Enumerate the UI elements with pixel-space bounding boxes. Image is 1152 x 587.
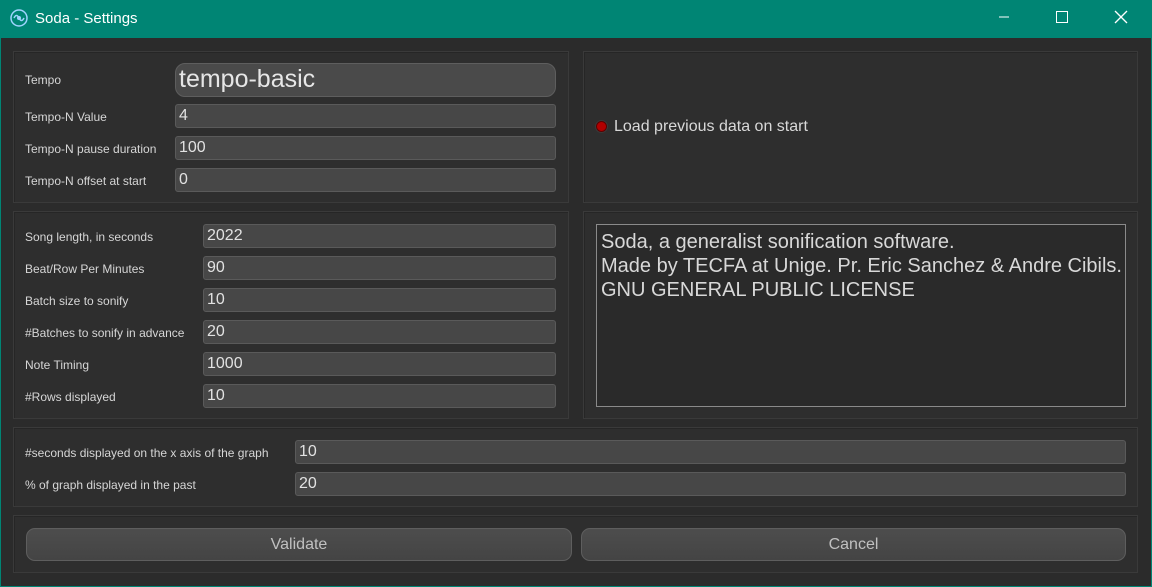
tempo-n-value-label: Tempo-N Value (25, 110, 107, 124)
rows-displayed-label: #Rows displayed (25, 390, 116, 404)
close-button[interactable] (1092, 0, 1150, 38)
bpm-label: Beat/Row Per Minutes (25, 262, 145, 276)
batch-size-label: Batch size to sonify (25, 294, 129, 308)
note-timing-input[interactable]: 1000 (203, 352, 556, 376)
about-text-box[interactable]: Soda, a generalist sonification software… (596, 224, 1126, 407)
tempo-n-value-input[interactable]: 4 (175, 104, 556, 128)
graph-past-label: % of graph displayed in the past (25, 478, 196, 492)
load-previous-radio[interactable] (596, 121, 607, 132)
song-length-label: Song length, in seconds (25, 230, 154, 244)
cancel-button[interactable]: Cancel (581, 528, 1126, 561)
tempo-select[interactable]: tempo-basic (175, 63, 556, 97)
rows-displayed-input[interactable]: 10 (203, 384, 556, 408)
tempo-n-offset-input[interactable]: 0 (175, 168, 556, 192)
bpm-input[interactable]: 90 (203, 256, 556, 280)
maximize-button[interactable] (1033, 0, 1091, 38)
maximize-icon (1056, 10, 1068, 28)
tempo-n-offset-label: Tempo-N offset at start (25, 174, 147, 188)
validate-button[interactable]: Validate (26, 528, 572, 561)
tempo-label: Tempo (25, 73, 62, 87)
soda-logo-icon (9, 8, 29, 28)
window-title: Soda - Settings (35, 10, 138, 27)
about-line: Made by TECFA at Unige. Pr. Eric Sanchez… (601, 255, 1122, 277)
about-line: Soda, a generalist sonification software… (601, 231, 955, 253)
tempo-n-pause-input[interactable]: 100 (175, 136, 556, 160)
title-bar[interactable]: Soda - Settings (0, 0, 1152, 38)
batch-size-input[interactable]: 10 (203, 288, 556, 312)
tempo-n-pause-label: Tempo-N pause duration (25, 142, 157, 156)
note-timing-label: Note Timing (25, 358, 90, 372)
graph-past-input[interactable]: 20 (295, 472, 1126, 496)
load-previous-label[interactable]: Load previous data on start (614, 118, 808, 136)
minimize-icon (998, 10, 1010, 28)
graph-xaxis-input[interactable]: 10 (295, 440, 1126, 464)
about-line: GNU GENERAL PUBLIC LICENSE (601, 279, 915, 301)
close-icon (1114, 10, 1128, 29)
song-length-input[interactable]: 2022 (203, 224, 556, 248)
batches-advance-input[interactable]: 20 (203, 320, 556, 344)
graph-xaxis-label: #seconds displayed on the x axis of the … (25, 446, 269, 460)
minimize-button[interactable] (975, 0, 1033, 38)
batches-advance-label: #Batches to sonify in advance (25, 326, 185, 340)
